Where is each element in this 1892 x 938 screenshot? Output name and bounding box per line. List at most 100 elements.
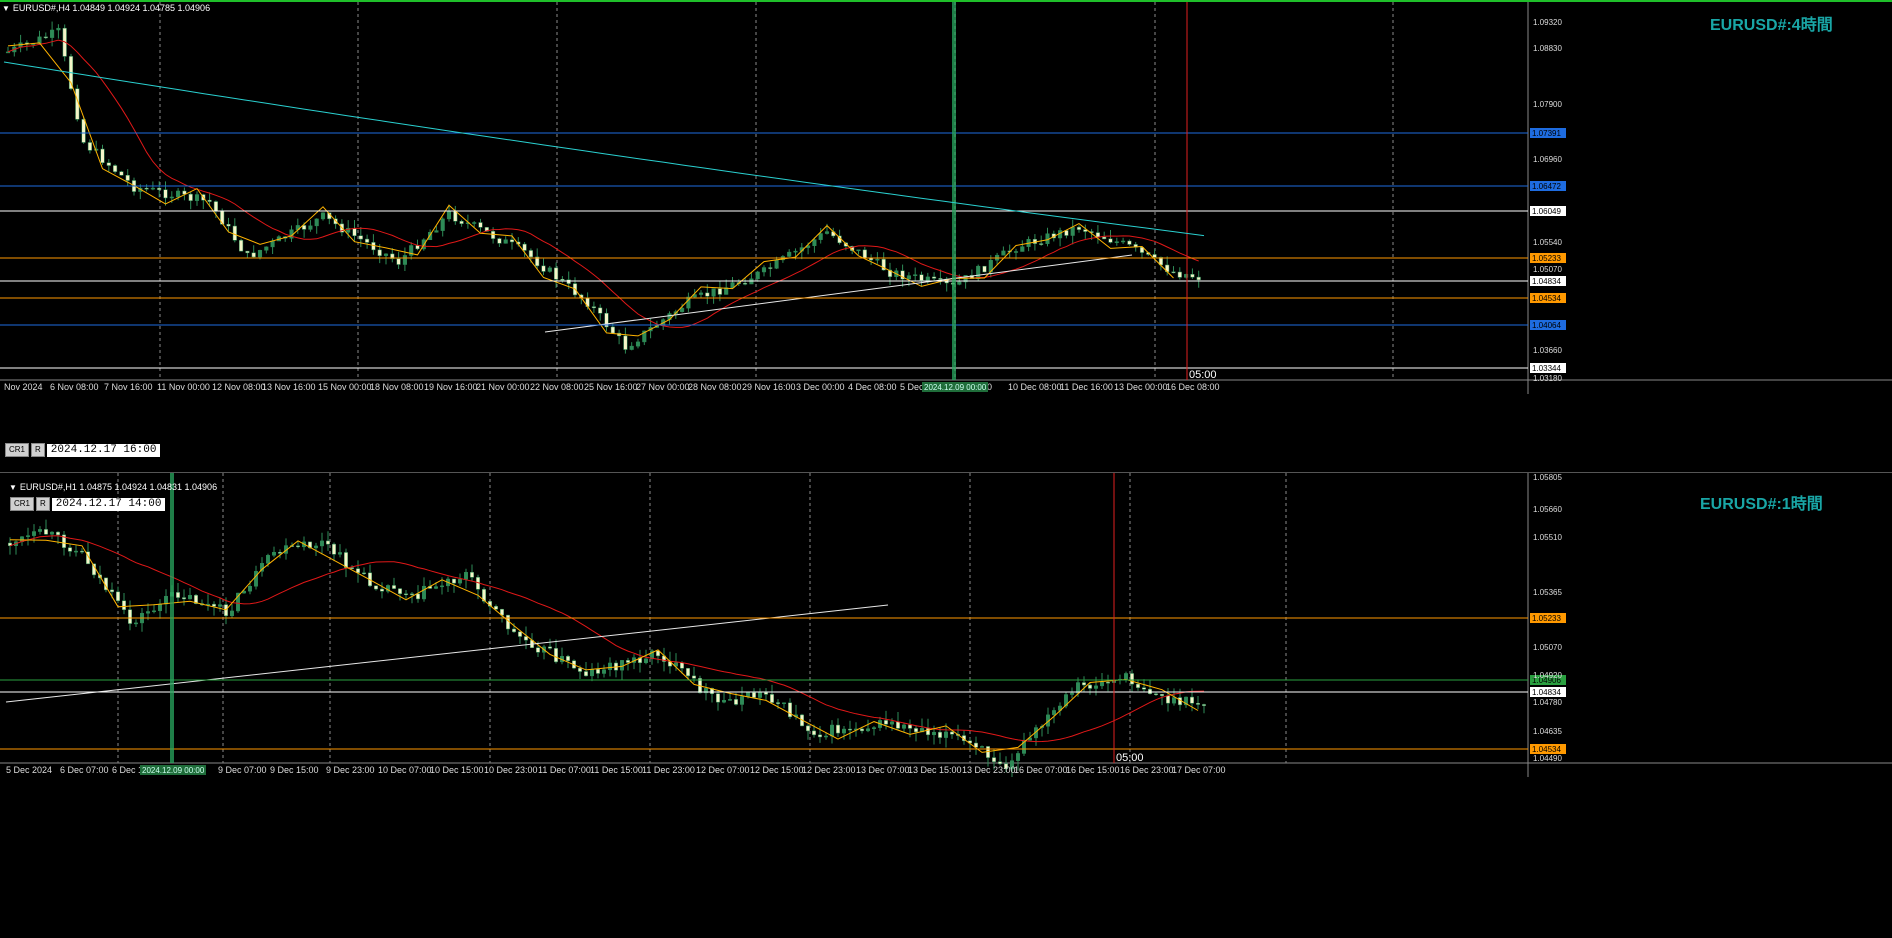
candle-body (998, 761, 1002, 765)
level-price-text: 1.07391 (1532, 129, 1561, 138)
candle-body (884, 720, 888, 725)
candle-body (1039, 243, 1044, 245)
candle-body (1088, 684, 1092, 689)
time-tick-label: 25 Nov 16:00 (584, 382, 638, 392)
candle-body (245, 250, 250, 254)
ma-red-line (7, 39, 1199, 328)
candle-body (862, 249, 867, 259)
candle-body (503, 239, 508, 244)
price-tick-label: 1.03660 (1533, 346, 1562, 355)
candle-body (705, 292, 710, 297)
candle-body (591, 306, 596, 309)
h4-crosshair-control[interactable]: CR1 R 2024.12.17 16:00 (5, 443, 161, 457)
candle-body (380, 588, 384, 592)
candle-body (944, 731, 948, 738)
candle-body (518, 631, 522, 637)
candle-body (782, 702, 786, 705)
candle-body (1196, 703, 1200, 705)
candle-body (344, 552, 348, 568)
candle-body (398, 588, 402, 594)
candle-body (1100, 681, 1104, 687)
time-tick-label: 19 Nov 16:00 (424, 382, 478, 392)
candle-body (541, 265, 546, 272)
candle-body (434, 230, 439, 233)
price-tick-label: 1.04920 (1533, 671, 1562, 680)
candle-body (1152, 254, 1157, 258)
candle-body (1154, 693, 1158, 695)
price-tick-label: 1.09320 (1533, 18, 1562, 27)
h4-r-button[interactable]: R (31, 443, 45, 457)
collapse-triangle-icon[interactable]: ▼ (9, 483, 17, 492)
candle-body (1142, 687, 1146, 690)
candle-body (774, 259, 779, 269)
time-tick-label: 6 Dec 1 (112, 765, 143, 775)
candle-body (830, 724, 834, 737)
candle-body (1076, 682, 1080, 694)
candle-body (32, 531, 36, 536)
candle-body (278, 551, 282, 554)
h1-r-button[interactable]: R (36, 497, 50, 511)
candle-body (116, 591, 120, 602)
candle-body (1070, 692, 1074, 695)
candle-body (722, 700, 726, 703)
candle-body (110, 589, 114, 593)
candle-body (56, 27, 61, 31)
time-tick-label: 17 Dec 07:00 (1172, 765, 1226, 775)
candle-body (128, 609, 132, 624)
candle-body (338, 552, 342, 555)
candle-body (547, 267, 552, 272)
price-tick-label: 1.05365 (1533, 588, 1562, 597)
candle-body (866, 728, 870, 732)
time-tick-label: 10 Dec 23:00 (484, 765, 538, 775)
h4-chart-canvas[interactable]: 1.07391 1.06472 1.06049 1.05233 1.04834 1.045… (0, 2, 1892, 470)
h4-cr-button[interactable]: CR1 (5, 443, 30, 457)
candle-body (452, 578, 456, 584)
price-tick-label: 1.05070 (1533, 643, 1562, 652)
candle-body (44, 529, 48, 535)
h4-datetime-field[interactable]: 2024.12.17 16:00 (46, 443, 161, 457)
candle-body (950, 731, 954, 735)
candle-body (752, 692, 756, 698)
candle-body (119, 171, 124, 176)
time-tick-label: 10 Dec 07:00 (378, 765, 432, 775)
level-price-text: 1.03344 (1532, 364, 1561, 373)
chart-pane-h4[interactable]: 1.07391 1.06472 1.06049 1.05233 1.04834 1.045… (0, 0, 1892, 470)
h1-symbol-label: EURUSD#:1時間 (1700, 496, 1823, 513)
candle-body (383, 253, 389, 256)
level-price-text: 1.04834 (1532, 688, 1561, 697)
candle-body (1136, 683, 1140, 688)
h1-chart-canvas[interactable]: 1.060491.052331.049061.048341.045341.062… (0, 473, 1892, 938)
candle-body (254, 571, 258, 587)
candle-body (512, 628, 516, 633)
time-tick-label: 5 Dec 2024 (6, 765, 52, 775)
candle-body (272, 551, 276, 556)
collapse-triangle-icon[interactable]: ▼ (2, 4, 10, 13)
h1-crosshair-control[interactable]: CR1 R 2024.12.17 14:00 (10, 497, 166, 511)
h4-symbol-label: EURUSD#:4時間 (1710, 17, 1833, 34)
candle-body (207, 199, 212, 202)
candle-body (610, 326, 615, 334)
candle-body (548, 646, 552, 649)
candle-body (875, 258, 880, 261)
candle-body (596, 668, 600, 674)
candle-body (768, 267, 773, 269)
candle-body (26, 535, 30, 537)
candle-body (440, 585, 444, 588)
vline-date-text: 2024.12.09 00:00 (142, 766, 205, 775)
candle-body (320, 540, 324, 547)
candle-body (188, 595, 192, 600)
candle-body (980, 746, 984, 748)
candle-body (182, 597, 186, 600)
time-tick-label: 12 Dec 15:00 (750, 765, 804, 775)
candle-body (377, 249, 382, 256)
h1-cr-button[interactable]: CR1 (10, 497, 35, 511)
candle-body (509, 239, 515, 243)
time-tick-label: 12 Nov 08:00 (212, 382, 266, 392)
candle-body (522, 243, 527, 251)
h1-datetime-field[interactable]: 2024.12.17 14:00 (51, 497, 166, 511)
chart-pane-h1[interactable]: 1.060491.052331.049061.048341.045341.062… (0, 472, 1892, 938)
candle-body (566, 656, 570, 661)
level-price-text: 1.06049 (1532, 207, 1561, 216)
candle-body (856, 249, 861, 252)
candle-body (106, 162, 111, 166)
